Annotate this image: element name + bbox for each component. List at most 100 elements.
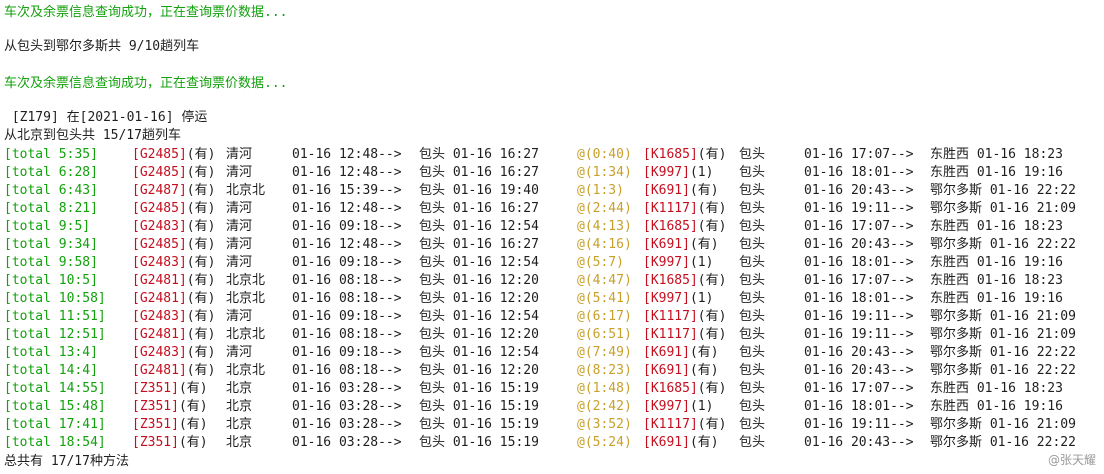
ticket-availability: (有)	[689, 363, 719, 378]
departure-time: 01-16 20:43-->	[804, 237, 914, 252]
total-duration: [total 18:54]	[4, 435, 106, 450]
train-number: [K691]	[643, 345, 690, 360]
departure-time: 01-16 09:18-->	[292, 255, 402, 270]
total-duration: [total 15:48]	[4, 399, 106, 414]
train-number: [K1685]	[643, 219, 698, 234]
departure-time: 01-16 08:18-->	[292, 363, 402, 378]
total-duration: [total 9:5]	[4, 219, 91, 234]
train-number: [K1117]	[643, 417, 698, 432]
departure-station: 包头	[739, 435, 766, 450]
train-cell: [K1117](有)	[643, 200, 726, 218]
arrival-info: 包头 01-16 16:27	[419, 201, 539, 216]
arrival-info: 东胜西 01-16 18:23	[930, 147, 1063, 162]
ticket-availability: (有)	[186, 363, 216, 378]
ticket-availability: (有)	[697, 147, 727, 162]
departure-station: 清河	[226, 345, 253, 360]
arrival-info: 包头 01-16 12:20	[419, 327, 539, 342]
transfer-wait: @(2:42)	[577, 399, 632, 414]
train-number: [K1685]	[643, 273, 698, 288]
departure-time: 01-16 17:07-->	[804, 219, 914, 234]
transfer-wait: @(3:52)	[577, 417, 632, 432]
train-number: [K997]	[643, 291, 690, 306]
arrival-info: 东胜西 01-16 19:16	[930, 399, 1063, 414]
transfer-wait: @(8:23)	[577, 363, 632, 378]
arrival-info: 鄂尔多斯 01-16 21:09	[930, 201, 1076, 216]
total-duration: [total 6:43]	[4, 183, 98, 198]
departure-time: 01-16 03:28-->	[292, 381, 402, 396]
train-number: [K691]	[643, 183, 690, 198]
route-summary-line: 从包头到鄂尔多斯共 9/10趟列车	[4, 39, 200, 54]
departure-time: 01-16 12:48-->	[292, 201, 402, 216]
departure-time: 01-16 08:18-->	[292, 273, 402, 288]
departure-time: 01-16 18:01-->	[804, 399, 914, 414]
arrival-info: 东胜西 01-16 19:16	[930, 255, 1063, 270]
train-number: [K997]	[643, 165, 690, 180]
arrival-info: 包头 01-16 12:20	[419, 291, 539, 306]
arrival-info: 鄂尔多斯 01-16 22:22	[930, 345, 1076, 360]
transfer-wait: @(6:51)	[577, 327, 632, 342]
ticket-availability: (1)	[689, 399, 714, 414]
train-cell: [K691](有)	[643, 362, 719, 380]
ticket-availability: (有)	[697, 381, 727, 396]
result-row: [total 9:34] [G2485](有) 清河 01-16 12:48--> 包头…	[4, 236, 1100, 254]
train-number: [K997]	[643, 399, 690, 414]
result-row: [total 5:35] [G2485](有) 清河 01-16 12:48--> 包头…	[4, 146, 1100, 164]
arrival-info: 包头 01-16 19:40	[419, 183, 539, 198]
result-row: [total 10:5] [G2481](有) 北京北 01-16 08:18--> 包…	[4, 272, 1100, 290]
terminal-output: 车次及余票信息查询成功，正在查询票价数据... 从包头到鄂尔多斯共 9/10趟列…	[4, 0, 1100, 474]
train-cell: [K691](有)	[643, 434, 719, 452]
ticket-availability: (有)	[186, 291, 216, 306]
total-duration: [total 10:5]	[4, 273, 98, 288]
ticket-availability: (有)	[178, 417, 208, 432]
train-cell: [K997](1)	[643, 398, 713, 416]
departure-station: 包头	[739, 399, 766, 414]
arrival-info: 包头 01-16 15:19	[419, 435, 539, 450]
ticket-availability: (有)	[689, 435, 719, 450]
ticket-availability: (1)	[689, 255, 714, 270]
departure-time: 01-16 12:48-->	[292, 165, 402, 180]
ticket-availability: (有)	[186, 345, 216, 360]
departure-time: 01-16 18:01-->	[804, 165, 914, 180]
result-row: [total 9:58] [G2483](有) 清河 01-16 09:18--> 包头…	[4, 254, 1100, 272]
footer-summary: 总共有 17/17种方法	[4, 454, 129, 469]
departure-time: 01-16 18:01-->	[804, 255, 914, 270]
departure-station: 清河	[226, 309, 253, 324]
arrival-info: 东胜西 01-16 19:16	[930, 165, 1063, 180]
transfer-wait: @(4:16)	[577, 237, 632, 252]
train-cell: [Z351](有)	[132, 398, 208, 416]
train-number: [Z351]	[132, 381, 179, 396]
transfer-wait: @(4:13)	[577, 219, 632, 234]
departure-station: 北京北	[226, 183, 266, 198]
total-duration: [total 8:21]	[4, 201, 98, 216]
arrival-info: 包头 01-16 15:19	[419, 381, 539, 396]
train-number: [K691]	[643, 363, 690, 378]
total-duration: [total 6:28]	[4, 165, 98, 180]
train-cell: [Z351](有)	[132, 380, 208, 398]
departure-time: 01-16 17:07-->	[804, 273, 914, 288]
departure-station: 清河	[226, 165, 253, 180]
transfer-wait: @(2:44)	[577, 201, 632, 216]
train-number: [K1117]	[643, 327, 698, 342]
arrival-info: 鄂尔多斯 01-16 22:22	[930, 435, 1076, 450]
train-cell: [K1685](有)	[643, 218, 726, 236]
departure-station: 包头	[739, 219, 766, 234]
train-number: [G2483]	[132, 345, 187, 360]
watermark: @张天耀	[1047, 453, 1096, 467]
ticket-availability: (有)	[689, 237, 719, 252]
departure-time: 01-16 12:48-->	[292, 237, 402, 252]
arrival-info: 包头 01-16 16:27	[419, 147, 539, 162]
total-duration: [total 9:34]	[4, 237, 98, 252]
ticket-availability: (1)	[689, 165, 714, 180]
train-cell: [G2481](有)	[132, 290, 215, 308]
ticket-availability: (有)	[178, 381, 208, 396]
result-row: [total 15:48] [Z351](有) 北京 01-16 03:28--> 包头…	[4, 398, 1100, 416]
departure-station: 清河	[226, 255, 253, 270]
result-row: [total 17:41] [Z351](有) 北京 01-16 03:28--> 包头…	[4, 416, 1100, 434]
train-number: [G2481]	[132, 291, 187, 306]
departure-station: 包头	[739, 309, 766, 324]
departure-time: 01-16 03:28-->	[292, 399, 402, 414]
ticket-availability: (有)	[697, 417, 727, 432]
departure-station: 包头	[739, 381, 766, 396]
transfer-wait: @(5:7)	[577, 255, 624, 270]
ticket-availability: (有)	[697, 273, 727, 288]
